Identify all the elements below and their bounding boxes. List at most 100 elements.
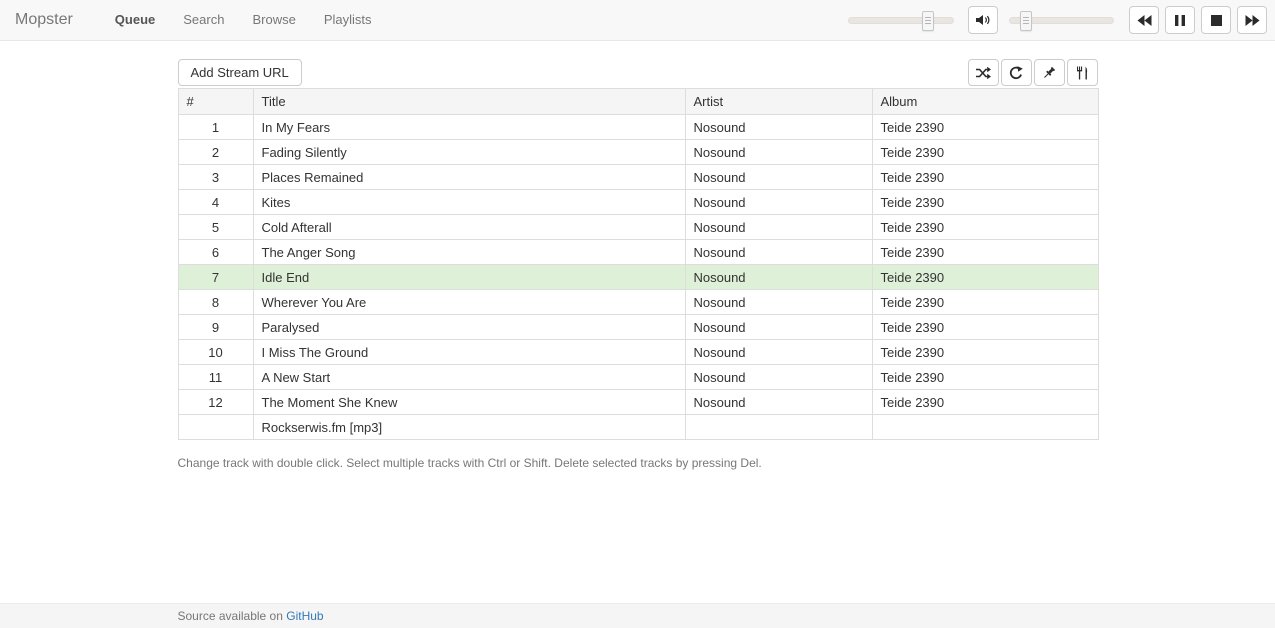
cell-album: Teide 2390 [872, 315, 1098, 340]
table-row[interactable]: 4KitesNosoundTeide 2390 [178, 190, 1098, 215]
main-content: Add Stream URL [178, 59, 1098, 470]
nav-item-browse[interactable]: Browse [238, 0, 309, 40]
cell-number [178, 415, 253, 440]
cell-artist: Nosound [685, 265, 872, 290]
navbar: Mopster Queue Search Browse Playlists [0, 0, 1275, 41]
column-header-album[interactable]: Album [872, 89, 1098, 115]
cell-title: The Anger Song [253, 240, 685, 265]
table-row[interactable]: 6The Anger SongNosoundTeide 2390 [178, 240, 1098, 265]
cell-title: The Moment She Knew [253, 390, 685, 415]
table-row[interactable]: 7Idle EndNosoundTeide 2390 [178, 265, 1098, 290]
fast-forward-icon [1245, 15, 1260, 26]
cell-number: 12 [178, 390, 253, 415]
cell-title: Fading Silently [253, 140, 685, 165]
cell-album: Teide 2390 [872, 390, 1098, 415]
table-row[interactable]: 2Fading SilentlyNosoundTeide 2390 [178, 140, 1098, 165]
table-row[interactable]: 12The Moment She KnewNosoundTeide 2390 [178, 390, 1098, 415]
volume-slider-handle[interactable] [922, 11, 934, 31]
footer-text: Source available on [178, 609, 287, 623]
cell-album: Teide 2390 [872, 140, 1098, 165]
seek-slider[interactable] [1009, 17, 1114, 24]
cell-artist: Nosound [685, 290, 872, 315]
cutlery-icon [1076, 66, 1088, 80]
cell-title: Places Remained [253, 165, 685, 190]
cell-number: 3 [178, 165, 253, 190]
nav-links: Queue Search Browse Playlists [101, 0, 386, 40]
cell-number: 7 [178, 265, 253, 290]
repeat-icon [1009, 66, 1023, 80]
cell-number: 9 [178, 315, 253, 340]
cell-album: Teide 2390 [872, 165, 1098, 190]
previous-button[interactable] [1129, 6, 1159, 34]
column-header-number[interactable]: # [178, 89, 253, 115]
cell-title: A New Start [253, 365, 685, 390]
cell-artist: Nosound [685, 390, 872, 415]
stop-button[interactable] [1201, 6, 1231, 34]
help-text: Change track with double click. Select m… [178, 456, 1098, 470]
cell-title: Paralysed [253, 315, 685, 340]
cell-number: 2 [178, 140, 253, 165]
table-row[interactable]: 11A New StartNosoundTeide 2390 [178, 365, 1098, 390]
queue-table-body: 1In My FearsNosoundTeide 23902Fading Sil… [178, 115, 1098, 440]
consume-button[interactable] [1067, 59, 1098, 86]
table-row[interactable]: 9ParalysedNosoundTeide 2390 [178, 315, 1098, 340]
cell-album: Teide 2390 [872, 290, 1098, 315]
table-header-row: # Title Artist Album [178, 89, 1098, 115]
cell-title: Rockserwis.fm [mp3] [253, 415, 685, 440]
cell-title: Wherever You Are [253, 290, 685, 315]
github-link[interactable]: GitHub [286, 609, 323, 623]
cell-artist [685, 415, 872, 440]
cell-number: 11 [178, 365, 253, 390]
cell-title: Kites [253, 190, 685, 215]
cell-album: Teide 2390 [872, 265, 1098, 290]
queue-table: # Title Artist Album 1In My FearsNosound… [178, 88, 1099, 440]
column-header-artist[interactable]: Artist [685, 89, 872, 115]
nav-item-queue[interactable]: Queue [101, 0, 169, 40]
cell-album: Teide 2390 [872, 365, 1098, 390]
table-row[interactable]: 3Places RemainedNosoundTeide 2390 [178, 165, 1098, 190]
table-row[interactable]: 8Wherever You AreNosoundTeide 2390 [178, 290, 1098, 315]
next-button[interactable] [1237, 6, 1267, 34]
table-row[interactable]: 10I Miss The GroundNosoundTeide 2390 [178, 340, 1098, 365]
app-brand[interactable]: Mopster [15, 11, 73, 29]
nav-item-playlists[interactable]: Playlists [310, 0, 386, 40]
add-stream-url-button[interactable]: Add Stream URL [178, 59, 302, 86]
speaker-icon [975, 14, 991, 26]
mode-buttons [968, 59, 1098, 86]
cell-title: In My Fears [253, 115, 685, 140]
cell-album [872, 415, 1098, 440]
nav-item-search[interactable]: Search [169, 0, 238, 40]
cell-artist: Nosound [685, 140, 872, 165]
repeat-button[interactable] [1001, 59, 1032, 86]
rewind-icon [1137, 15, 1152, 26]
footer: Source available on GitHub [0, 603, 1275, 628]
pause-icon [1175, 15, 1185, 26]
volume-slider[interactable] [848, 17, 954, 24]
cell-album: Teide 2390 [872, 215, 1098, 240]
pin-button[interactable] [1034, 59, 1065, 86]
cell-artist: Nosound [685, 190, 872, 215]
cell-number: 4 [178, 190, 253, 215]
column-header-title[interactable]: Title [253, 89, 685, 115]
cell-number: 6 [178, 240, 253, 265]
cell-album: Teide 2390 [872, 340, 1098, 365]
seek-slider-handle[interactable] [1020, 11, 1032, 31]
cell-number: 5 [178, 215, 253, 240]
slider-grip [1023, 17, 1029, 24]
cell-artist: Nosound [685, 365, 872, 390]
stream-row[interactable]: Rockserwis.fm [mp3] [178, 415, 1098, 440]
cell-album: Teide 2390 [872, 240, 1098, 265]
cell-title: Cold Afterall [253, 215, 685, 240]
stop-icon [1211, 15, 1222, 26]
table-row[interactable]: 1In My FearsNosoundTeide 2390 [178, 115, 1098, 140]
pause-button[interactable] [1165, 6, 1195, 34]
cell-title: Idle End [253, 265, 685, 290]
cell-title: I Miss The Ground [253, 340, 685, 365]
cell-artist: Nosound [685, 165, 872, 190]
shuffle-button[interactable] [968, 59, 999, 86]
slider-grip [925, 17, 931, 24]
cell-artist: Nosound [685, 115, 872, 140]
table-row[interactable]: 5Cold AfterallNosoundTeide 2390 [178, 215, 1098, 240]
mute-button[interactable] [968, 6, 998, 34]
cell-number: 1 [178, 115, 253, 140]
